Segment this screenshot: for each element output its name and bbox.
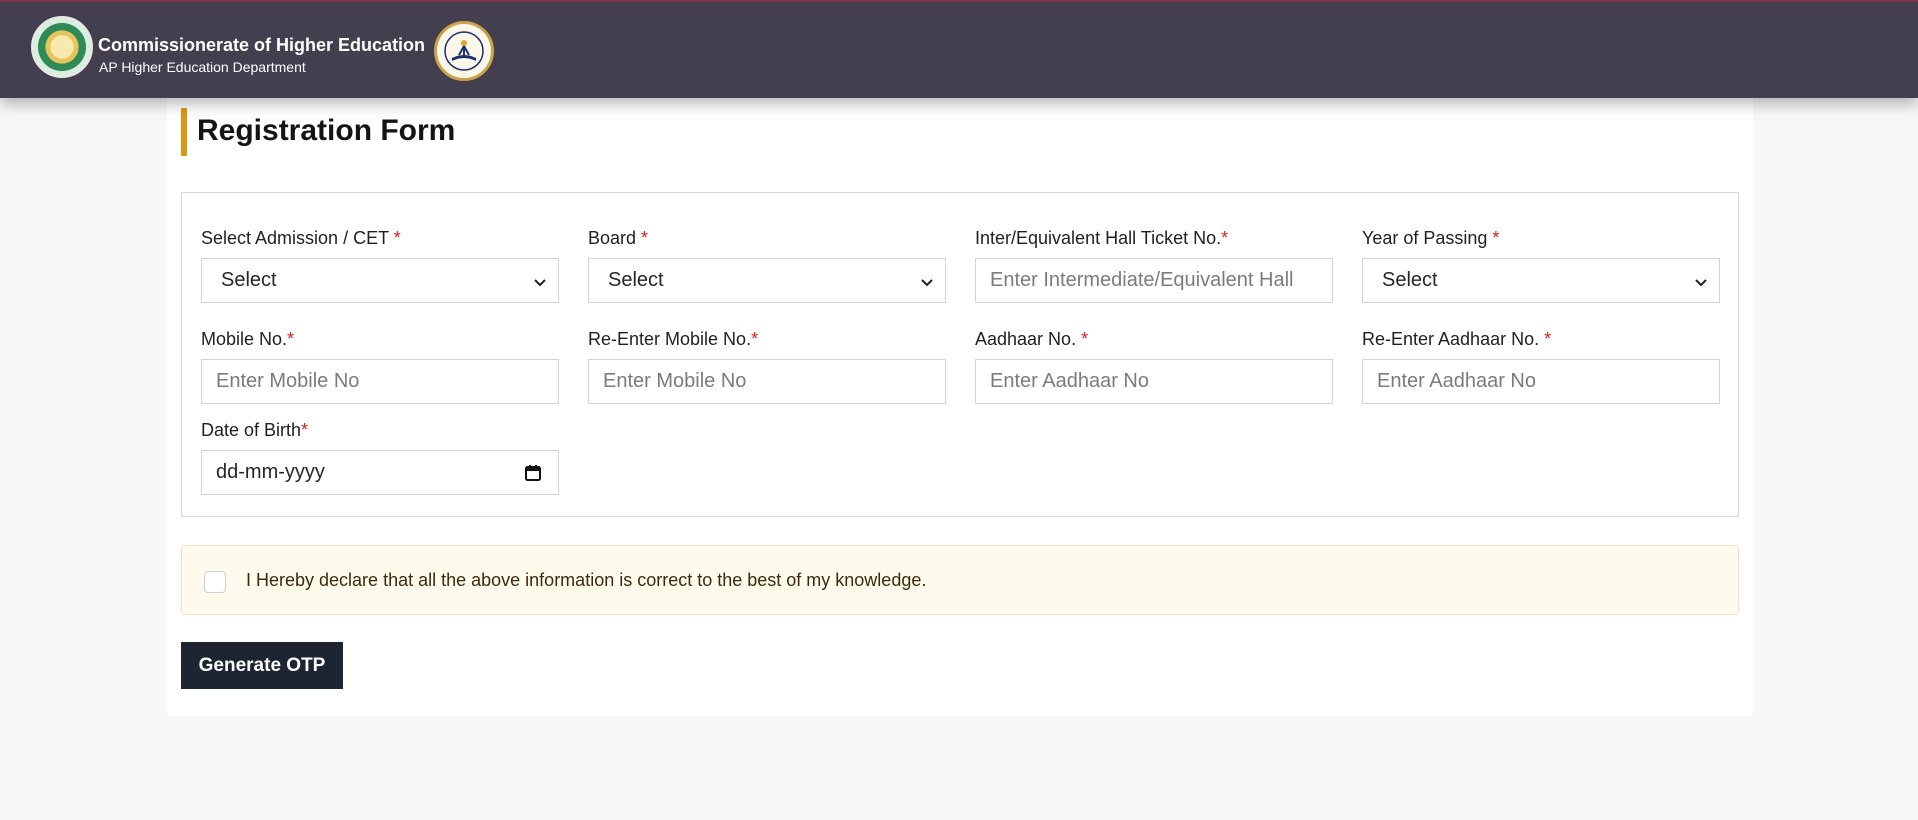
required-marker: * — [287, 329, 295, 349]
admission-select[interactable]: Select — [201, 258, 559, 303]
mobile-placeholder: Enter Mobile No — [216, 370, 360, 392]
higher-education-seal-icon — [434, 21, 494, 81]
mobile-confirm-label: Re-Enter Mobile No.* — [588, 329, 759, 349]
mobile-confirm-placeholder: Enter Mobile No — [603, 370, 747, 392]
required-marker: * — [1492, 228, 1500, 248]
registration-form-box: Select Admission / CET * Select Board * … — [181, 192, 1739, 517]
mobile-input[interactable]: Enter Mobile No — [201, 359, 559, 404]
chevron-down-icon — [534, 279, 546, 287]
chevron-down-icon — [1695, 279, 1707, 287]
chevron-down-icon — [921, 279, 933, 287]
ap-state-emblem-icon — [31, 16, 93, 78]
year-select-value: Select — [1382, 269, 1438, 291]
dob-placeholder: dd-mm-yyyy — [216, 461, 325, 483]
site-title: Commissionerate of Higher Education — [98, 35, 426, 55]
required-marker: * — [641, 228, 649, 248]
required-marker: * — [301, 420, 309, 440]
mobile-label: Mobile No.* — [201, 329, 295, 349]
admission-select-value: Select — [221, 269, 277, 291]
aadhaar-confirm-placeholder: Enter Aadhaar No — [1377, 370, 1536, 392]
calendar-icon[interactable] — [524, 464, 542, 482]
top-header-bar: Commissionerate of Higher Education AP H… — [0, 0, 1918, 98]
dob-date-input[interactable]: dd-mm-yyyy — [201, 450, 559, 495]
dob-label: Date of Birth* — [201, 420, 309, 440]
required-marker: * — [751, 329, 759, 349]
year-of-passing-label: Year of Passing * — [1362, 228, 1500, 248]
required-marker: * — [1544, 329, 1552, 349]
required-marker: * — [393, 228, 401, 248]
aadhaar-input[interactable]: Enter Aadhaar No — [975, 359, 1333, 404]
declaration-checkbox[interactable] — [204, 571, 226, 593]
year-of-passing-select[interactable]: Select — [1362, 258, 1720, 303]
page-title: Registration Form — [181, 108, 455, 156]
required-marker: * — [1081, 329, 1089, 349]
declaration-text: I Hereby declare that all the above info… — [246, 570, 927, 590]
required-marker: * — [1221, 228, 1229, 248]
declaration-box: I Hereby declare that all the above info… — [181, 545, 1739, 615]
hall-ticket-input[interactable]: Enter Intermediate/Equivalent Hall — [975, 258, 1333, 303]
site-subtitle: AP Higher Education Department — [99, 59, 306, 75]
board-select-value: Select — [608, 269, 664, 291]
aadhaar-placeholder: Enter Aadhaar No — [990, 370, 1149, 392]
admission-label: Select Admission / CET * — [201, 228, 401, 248]
hall-ticket-label: Inter/Equivalent Hall Ticket No.* — [975, 228, 1229, 248]
aadhaar-confirm-label: Re-Enter Aadhaar No. * — [1362, 329, 1552, 349]
aadhaar-label: Aadhaar No. * — [975, 329, 1089, 349]
aadhaar-confirm-input[interactable]: Enter Aadhaar No — [1362, 359, 1720, 404]
mobile-confirm-input[interactable]: Enter Mobile No — [588, 359, 946, 404]
board-select[interactable]: Select — [588, 258, 946, 303]
board-label: Board * — [588, 228, 649, 248]
hall-ticket-placeholder: Enter Intermediate/Equivalent Hall — [990, 269, 1294, 291]
generate-otp-button[interactable]: Generate OTP — [181, 642, 343, 689]
